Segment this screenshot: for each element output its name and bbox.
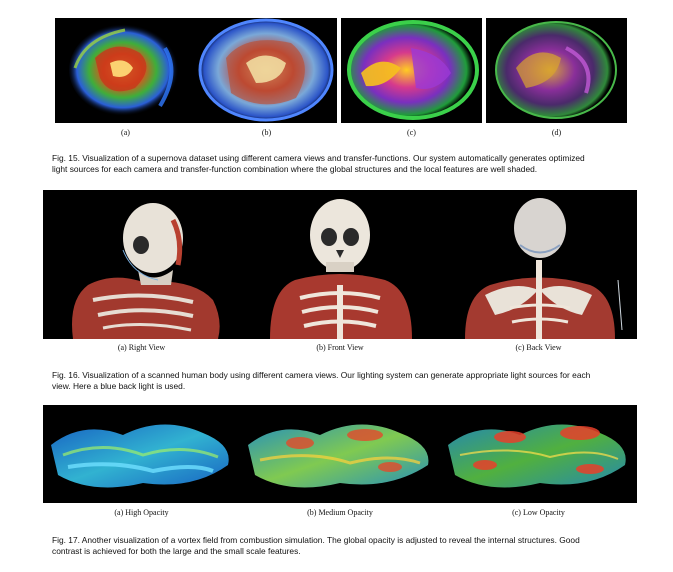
fig16-image-back-view [440, 190, 637, 339]
fig17-image-high-opacity [43, 405, 240, 503]
fig16-image-front-view [240, 190, 440, 339]
fig17-label-low-opacity: (c) Low Opacity [512, 508, 565, 517]
fig16-caption: Fig. 16. Visualization of a scanned huma… [52, 370, 652, 391]
paper-page: (a) (b) (c) (d) Fig. 15. Visualization o… [0, 0, 673, 572]
fig16-caption-line: Fig. 16. Visualization of a scanned huma… [52, 370, 591, 380]
fig15-image-a [55, 18, 196, 123]
fig17-caption: Fig. 17. Another visualization of a vort… [52, 535, 652, 556]
fig15-label-a: (a) [121, 128, 130, 137]
fig17-label-high-opacity: (a) High Opacity [114, 508, 169, 517]
fig15-label-d: (d) [551, 128, 562, 137]
fig16-label-front-view: (b) Front View [316, 343, 364, 352]
fig15-caption: Fig. 15. Visualization of a supernova da… [52, 153, 652, 174]
fig15-caption-line: light sources for each camera and transf… [52, 163, 538, 174]
fig17-caption-line: Fig. 17. Another visualization of a vort… [52, 535, 580, 545]
fig17-caption-line: contrast is achieved for both the large … [52, 545, 301, 556]
fig17-image-low-opacity [440, 405, 637, 503]
fig16-label-right-view: (a) Right View [117, 343, 166, 352]
fig16-image-right-view [43, 190, 240, 339]
fig15-image-c [341, 18, 482, 123]
fig15-caption-line: Fig. 15. Visualization of a supernova da… [52, 153, 585, 163]
fig17-label-medium-opacity: (b) Medium Opacity [307, 508, 373, 517]
fig16-label-back-view: (c) Back View [515, 343, 562, 352]
fig15-label-b: (b) [261, 128, 272, 137]
fig15-image-d [486, 18, 627, 123]
fig16-caption-line: view. Here a blue back light is used. [52, 380, 186, 391]
fig15-image-b [196, 18, 337, 123]
fig17-image-medium-opacity [240, 405, 440, 503]
fig15-label-c: (c) [407, 128, 416, 137]
